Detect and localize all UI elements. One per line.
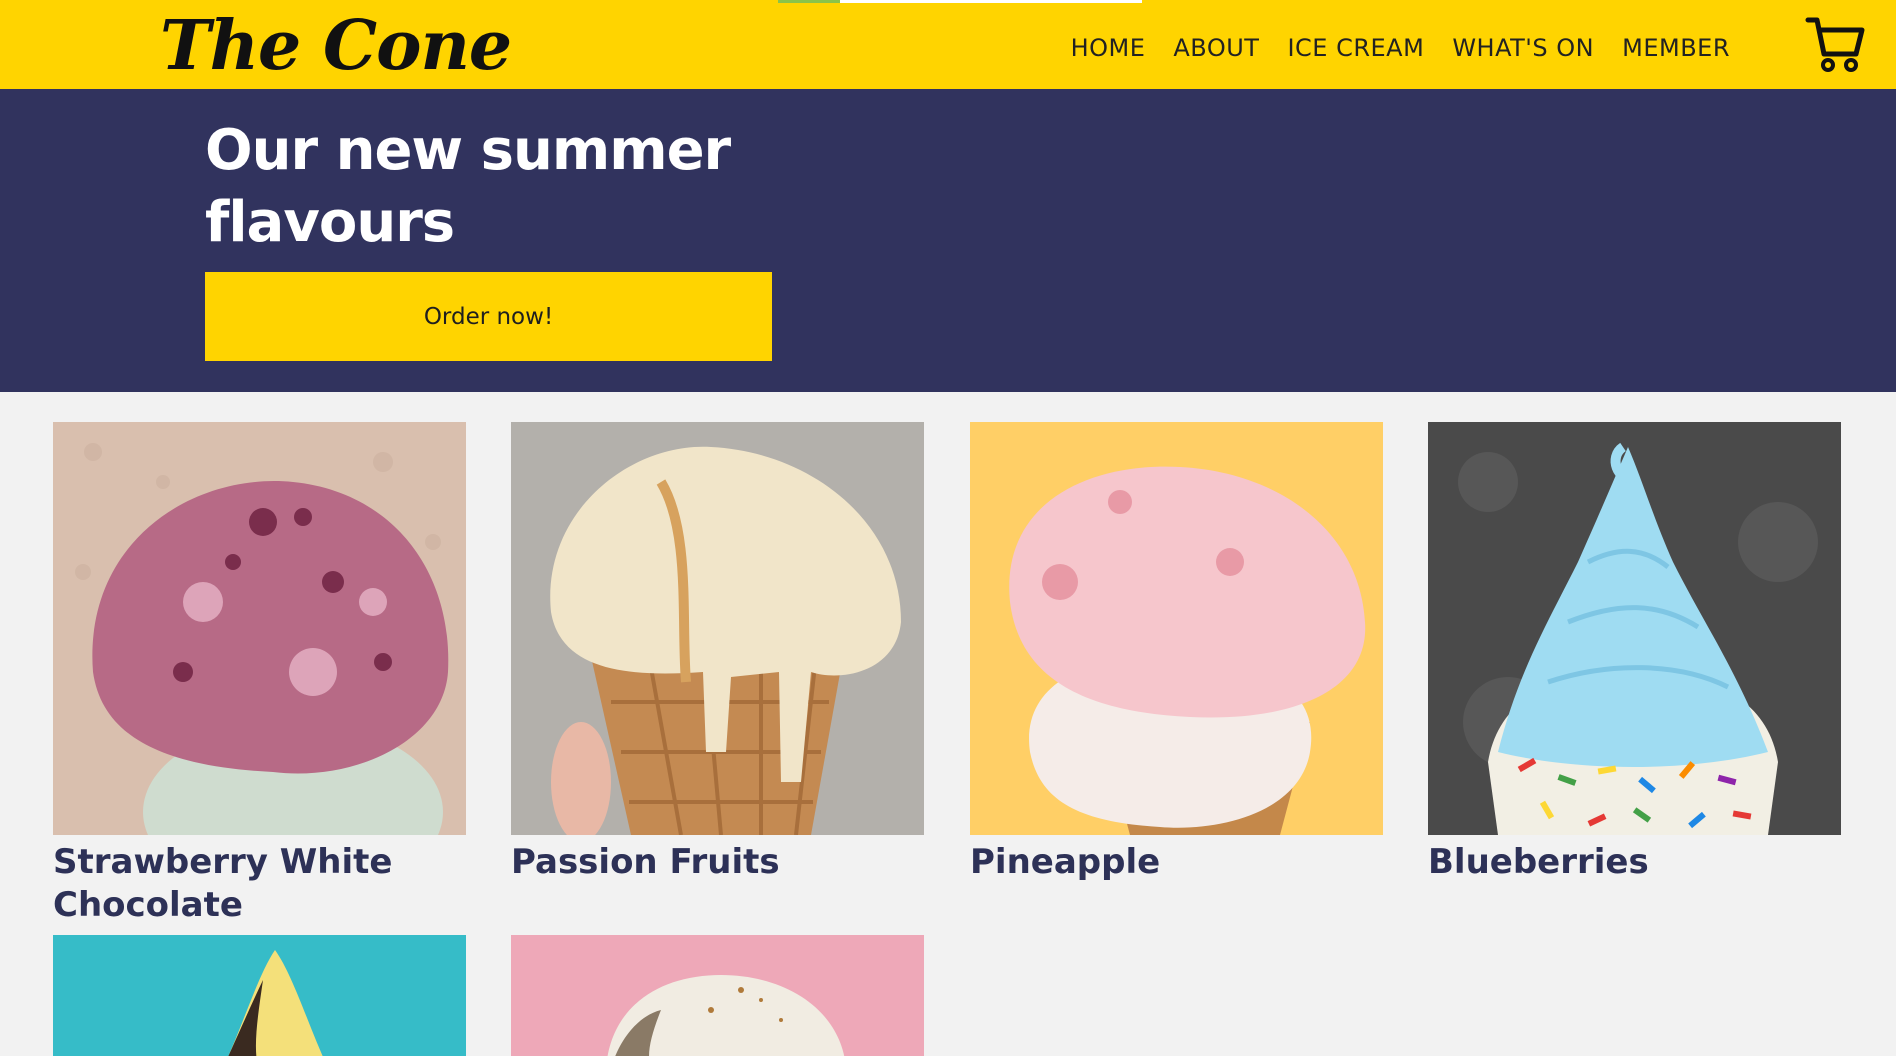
product-name[interactable]: Passion Fruits bbox=[511, 841, 924, 884]
hero-banner: Our new summer flavours Order now! bbox=[0, 89, 1896, 392]
product-image-cone-yellow-teal[interactable] bbox=[53, 935, 466, 1056]
shopping-cart-icon[interactable] bbox=[1804, 12, 1868, 76]
site-logo[interactable]: The Cone bbox=[160, 4, 512, 88]
nav-whats-on[interactable]: WHAT'S ON bbox=[1452, 33, 1594, 63]
nav-ice-cream[interactable]: ICE CREAM bbox=[1287, 33, 1424, 63]
product-card[interactable]: Blueberries bbox=[1428, 422, 1841, 884]
product-image-strawberry-white-chocolate[interactable] bbox=[53, 422, 466, 902]
nav-member[interactable]: MEMBER bbox=[1622, 33, 1730, 63]
product-card[interactable]: Passion Fruits bbox=[511, 422, 924, 884]
product-image-blueberries[interactable] bbox=[1428, 422, 1841, 835]
product-name[interactable]: Pineapple bbox=[970, 841, 1383, 884]
product-card[interactable] bbox=[511, 935, 924, 1056]
page-load-progress-fill bbox=[778, 0, 840, 3]
product-card[interactable]: Strawberry White Chocolate bbox=[53, 422, 466, 927]
nav-about[interactable]: ABOUT bbox=[1173, 33, 1259, 63]
nav-home[interactable]: HOME bbox=[1071, 33, 1146, 63]
product-image-pineapple[interactable] bbox=[970, 422, 1383, 835]
product-image-scoop-pink[interactable] bbox=[511, 935, 924, 1056]
main-nav: HOME ABOUT ICE CREAM WHAT'S ON MEMBER bbox=[1071, 33, 1730, 63]
page-load-progress bbox=[778, 0, 1142, 3]
product-card[interactable]: Pineapple bbox=[970, 422, 1383, 884]
product-card[interactable] bbox=[53, 935, 466, 1056]
product-image-passion-fruits[interactable] bbox=[511, 422, 924, 842]
product-name[interactable]: Strawberry White Chocolate bbox=[53, 841, 466, 927]
hero-title: Our new summer flavours bbox=[205, 118, 731, 255]
product-name[interactable]: Blueberries bbox=[1428, 841, 1841, 884]
order-now-button[interactable]: Order now! bbox=[205, 272, 772, 361]
site-header: The Cone HOME ABOUT ICE CREAM WHAT'S ON … bbox=[0, 0, 1896, 89]
